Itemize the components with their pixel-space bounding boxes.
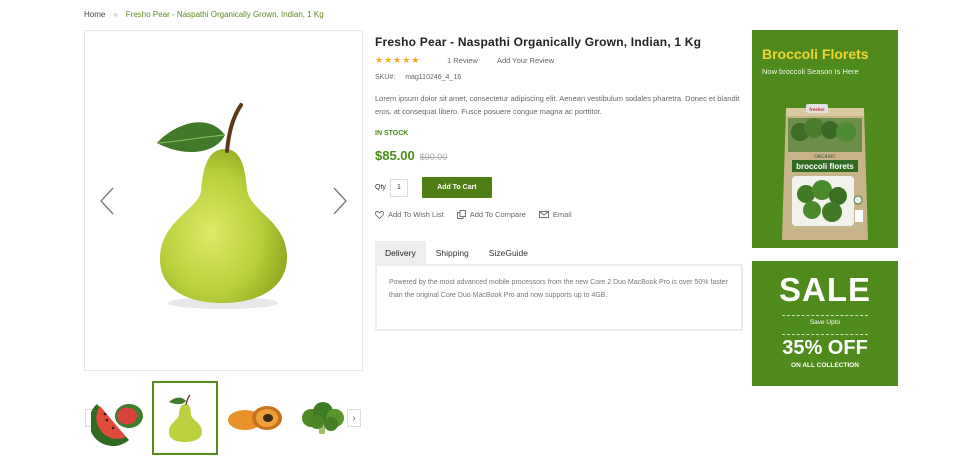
sale-divider-bottom (782, 334, 868, 335)
ad-title: Broccoli Florets (762, 46, 869, 62)
heart-icon (375, 210, 384, 219)
add-review-link[interactable]: Add Your Review (497, 56, 554, 65)
current-price: $85.00 (375, 148, 415, 163)
broccoli-icon (302, 402, 344, 434)
review-count-link[interactable]: 1 Review (447, 56, 497, 65)
ad-subtitle: Now broccoli Season Is Here (762, 67, 859, 76)
tab-sizeguide[interactable]: SizeGuide (479, 241, 538, 264)
discount-label: 35% OFF (782, 337, 868, 359)
thumbnail-pear[interactable] (152, 381, 218, 455)
tab-panel-content: Powered by the most advanced mobile proc… (375, 264, 743, 331)
previous-image-arrow-icon[interactable] (99, 186, 115, 216)
add-to-cart-button[interactable]: Add To Cart (421, 177, 492, 198)
breadcrumb: Home » Fresho Pear - Naspathi Organicall… (84, 10, 324, 19)
add-to-wishlist-link[interactable]: Add To Wish List (375, 210, 444, 219)
save-upto-label: Save Upto (809, 319, 841, 326)
info-tabs: Delivery Shipping SizeGuide (375, 241, 538, 264)
product-actions: Add To Wish List Add To Compare Email (375, 210, 585, 219)
pear-icon (169, 394, 202, 442)
star-rating: ★★★★★ (375, 55, 421, 65)
bag-brand: fresho! (809, 107, 825, 112)
sale-title: SALE (778, 271, 871, 308)
papaya-icon (228, 406, 282, 430)
product-description: Lorem ipsum dolor sit amet, consectetur … (375, 94, 740, 116)
thumbnail-watermelon[interactable] (86, 381, 152, 455)
collection-label: ON ALL COLLECTION (791, 362, 859, 369)
compare-label: Add To Compare (469, 210, 526, 219)
sku-label: SKU#: (375, 74, 396, 81)
breadcrumb-current: Fresho Pear - Naspathi Organically Grown… (125, 10, 324, 19)
watermelon-icon (91, 404, 143, 446)
sku: SKU#: mag110246_4_16 (375, 74, 461, 81)
quantity-input[interactable]: 1 (389, 178, 408, 197)
quantity-row: Qty 1 Add To Cart (375, 177, 492, 198)
sale-ad-banner[interactable]: SALE Save Upto 35% OFF ON ALL COLLECTION (752, 261, 898, 386)
broccoli-bag-image: fresho! ORGANIC broccoli florets (782, 104, 868, 240)
pear-image (157, 103, 287, 309)
compare-icon (456, 210, 466, 219)
price-row: $85.00 $90.00 (375, 148, 447, 163)
wishlist-label: Add To Wish List (388, 210, 444, 219)
breadcrumb-home-link[interactable]: Home (84, 10, 105, 19)
tab-shipping[interactable]: Shipping (426, 241, 479, 264)
old-price: $90.00 (419, 152, 448, 162)
bag-label: broccoli florets (796, 162, 854, 171)
product-title: Fresho Pear - Naspathi Organically Grown… (375, 35, 702, 49)
broccoli-ad-banner[interactable]: Broccoli Florets Now broccoli Season Is … (752, 30, 898, 248)
bag-organic: ORGANIC (814, 155, 836, 160)
next-image-arrow-icon[interactable] (332, 186, 348, 216)
email-link[interactable]: Email (538, 210, 572, 219)
stock-status: IN STOCK (375, 130, 409, 137)
qty-label: Qty (375, 184, 386, 191)
thumbnail-papaya[interactable] (222, 381, 288, 455)
thumbnail-next-button[interactable]: › (347, 409, 361, 427)
tab-delivery[interactable]: Delivery (375, 241, 426, 264)
add-to-compare-link[interactable]: Add To Compare (456, 210, 526, 219)
sale-divider-top (782, 315, 868, 316)
breadcrumb-separator: » (113, 10, 118, 19)
envelope-icon (538, 211, 549, 218)
email-label: Email (552, 210, 572, 219)
product-main-image[interactable] (84, 30, 363, 371)
sku-value: mag110246_4_16 (405, 74, 462, 81)
thumbnail-strip: ‹ › (84, 381, 363, 457)
rating-row: ★★★★★ 1 Review Add Your Review (375, 55, 554, 66)
